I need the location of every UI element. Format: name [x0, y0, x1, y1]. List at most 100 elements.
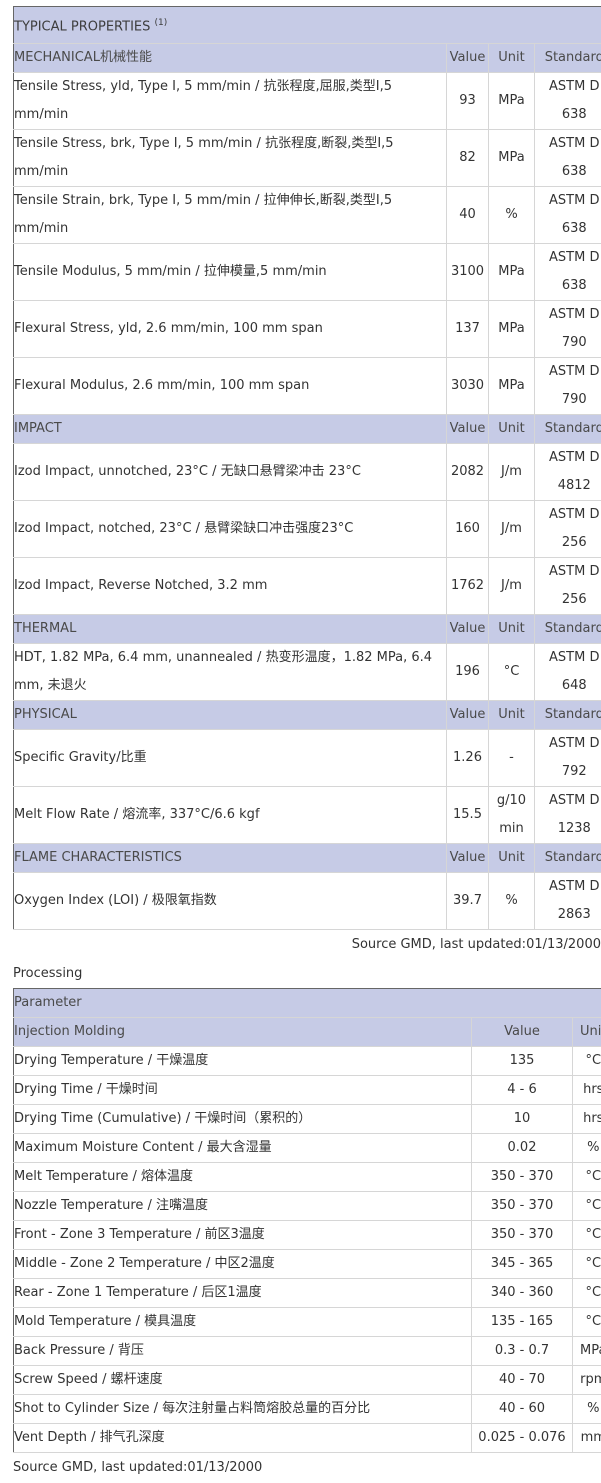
value-header: Value	[472, 1018, 573, 1047]
property-value: 1.26	[447, 730, 489, 787]
parameter-value: 10	[472, 1105, 573, 1134]
processing-row: Vent Depth / 排气孔深度0.025 - 0.076mm	[14, 1424, 601, 1453]
document: TYPICAL PROPERTIES (1) MECHANICAL机械性能Val…	[13, 6, 601, 1483]
standard-header: Standard	[535, 701, 601, 730]
section-name: PHYSICAL	[14, 701, 447, 730]
property-row: Melt Flow Rate / 熔流率, 337°C/6.6 kgf15.5g…	[14, 787, 601, 844]
property-row: Tensile Modulus, 5 mm/min / 拉伸模量,5 mm/mi…	[14, 244, 601, 301]
processing-label: Processing	[13, 960, 601, 988]
property-unit: °C	[489, 644, 535, 701]
parameter-value: 345 - 365	[472, 1250, 573, 1279]
property-row: Izod Impact, unnotched, 23°C / 无缺口悬臂梁冲击 …	[14, 444, 601, 501]
properties-title: TYPICAL PROPERTIES	[14, 19, 150, 34]
property-value: 196	[447, 644, 489, 701]
property-name: Izod Impact, notched, 23°C / 悬臂梁缺口冲击强度23…	[14, 501, 447, 558]
processing-row: Back Pressure / 背压0.3 - 0.7MPa	[14, 1337, 601, 1366]
parameter-name: Maximum Moisture Content / 最大含湿量	[14, 1134, 472, 1163]
property-value: 1762	[447, 558, 489, 615]
parameter-unit: °C	[573, 1221, 601, 1250]
property-name: Flexural Modulus, 2.6 mm/min, 100 mm spa…	[14, 358, 447, 415]
parameter-unit: hrs	[573, 1076, 601, 1105]
section-name: FLAME CHARACTERISTICS	[14, 844, 447, 873]
standard-number: 256	[535, 529, 601, 557]
section-header-row: IMPACTValueUnitStandard	[14, 415, 601, 444]
property-standard: ASTM D4812	[535, 444, 601, 501]
property-standard: ASTM D790	[535, 301, 601, 358]
processing-table: Parameter Injection Molding Value Unit D…	[13, 988, 601, 1453]
standard-number: 638	[535, 158, 601, 186]
parameter-name: Shot to Cylinder Size / 每次注射量占料筒熔胶总量的百分比	[14, 1395, 472, 1424]
property-standard: ASTM D256	[535, 501, 601, 558]
properties-title-row: TYPICAL PROPERTIES (1)	[14, 7, 601, 44]
parameter-unit: °C	[573, 1047, 601, 1076]
standard-number: 790	[535, 329, 601, 357]
parameter-name: Screw Speed / 螺杆速度	[14, 1366, 472, 1395]
parameter-unit: %	[573, 1395, 601, 1424]
parameter-name: Front - Zone 3 Temperature / 前区3温度	[14, 1221, 472, 1250]
unit-header: Unit	[489, 415, 535, 444]
standard-name: ASTM D	[535, 644, 601, 672]
section-header-row: MECHANICAL机械性能ValueUnitStandard	[14, 44, 601, 73]
standard-number: 638	[535, 272, 601, 300]
processing-row: Shot to Cylinder Size / 每次注射量占料筒熔胶总量的百分比…	[14, 1395, 601, 1424]
property-standard: ASTM D638	[535, 130, 601, 187]
processing-row: Middle - Zone 2 Temperature / 中区2温度345 -…	[14, 1250, 601, 1279]
parameter-name: Drying Temperature / 干燥温度	[14, 1047, 472, 1076]
parameter-header-row: Parameter	[14, 989, 601, 1018]
property-name: Oxygen Index (LOI) / 极限氧指数	[14, 873, 447, 930]
processing-row: Mold Temperature / 模具温度135 - 165°C	[14, 1308, 601, 1337]
property-unit: MPa	[489, 301, 535, 358]
standard-number: 2863	[535, 901, 601, 929]
property-unit: MPa	[489, 244, 535, 301]
parameter-unit: °C	[573, 1163, 601, 1192]
standard-number: 648	[535, 672, 601, 700]
parameter-value: 350 - 370	[472, 1192, 573, 1221]
property-name: HDT, 1.82 MPa, 6.4 mm, unannealed / 热变形温…	[14, 644, 447, 701]
parameter-value: 40 - 60	[472, 1395, 573, 1424]
property-standard: ASTM D256	[535, 558, 601, 615]
standard-name: ASTM D	[535, 873, 601, 901]
standard-header: Standard	[535, 615, 601, 644]
parameter-name: Drying Time (Cumulative) / 干燥时间（累积的）	[14, 1105, 472, 1134]
parameter-name: Middle - Zone 2 Temperature / 中区2温度	[14, 1250, 472, 1279]
property-name: Tensile Strain, brk, Type I, 5 mm/min / …	[14, 187, 447, 244]
property-unit: -	[489, 730, 535, 787]
standard-number: 1238	[535, 815, 601, 843]
standard-number: 4812	[535, 472, 601, 500]
parameter-value: 0.3 - 0.7	[472, 1337, 573, 1366]
property-standard: ASTM D638	[535, 244, 601, 301]
standard-name: ASTM D	[535, 558, 601, 586]
property-standard: ASTM D1238	[535, 787, 601, 844]
standard-header: Standard	[535, 844, 601, 873]
processing-row: Melt Temperature / 熔体温度350 - 370°C	[14, 1163, 601, 1192]
parameter-unit: mm	[573, 1424, 601, 1453]
property-name: Melt Flow Rate / 熔流率, 337°C/6.6 kgf	[14, 787, 447, 844]
property-unit: J/m	[489, 558, 535, 615]
injection-molding-header-row: Injection Molding Value Unit	[14, 1018, 601, 1047]
parameter-unit: %	[573, 1134, 601, 1163]
parameter-unit: °C	[573, 1279, 601, 1308]
property-standard: ASTM D792	[535, 730, 601, 787]
property-name: Tensile Modulus, 5 mm/min / 拉伸模量,5 mm/mi…	[14, 244, 447, 301]
value-header: Value	[447, 701, 489, 730]
property-standard: ASTM D2863	[535, 873, 601, 930]
property-value: 2082	[447, 444, 489, 501]
parameter-unit: °C	[573, 1308, 601, 1337]
standard-number: 638	[535, 101, 601, 129]
unit-header: Unit	[489, 844, 535, 873]
value-header: Value	[447, 844, 489, 873]
property-value: 160	[447, 501, 489, 558]
processing-row: Maximum Moisture Content / 最大含湿量0.02%	[14, 1134, 601, 1163]
property-row: Flexural Stress, yld, 2.6 mm/min, 100 mm…	[14, 301, 601, 358]
property-row: HDT, 1.82 MPa, 6.4 mm, unannealed / 热变形温…	[14, 644, 601, 701]
processing-row: Drying Time / 干燥时间4 - 6hrs	[14, 1076, 601, 1105]
standard-number: 256	[535, 586, 601, 614]
parameter-name: Nozzle Temperature / 注嘴温度	[14, 1192, 472, 1221]
unit-header: Unit	[489, 615, 535, 644]
processing-row: Front - Zone 3 Temperature / 前区3温度350 - …	[14, 1221, 601, 1250]
property-unit: MPa	[489, 358, 535, 415]
property-unit: J/m	[489, 501, 535, 558]
standard-name: ASTM D	[535, 244, 601, 272]
standard-name: ASTM D	[535, 444, 601, 472]
processing-source: Source GMD, last updated:01/13/2000	[13, 1453, 601, 1483]
